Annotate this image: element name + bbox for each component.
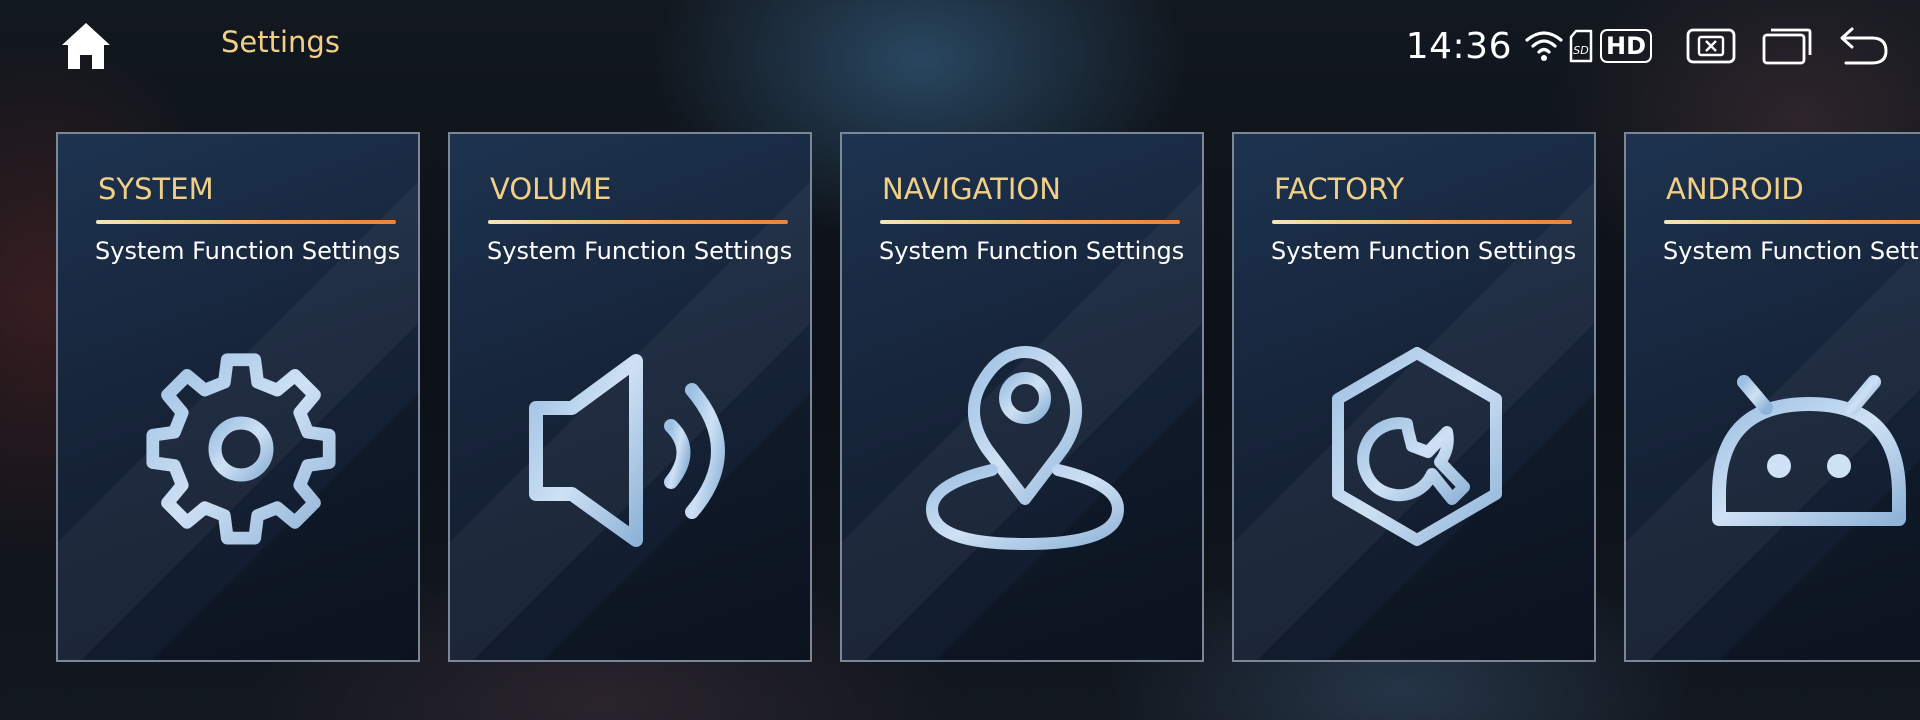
home-button[interactable] [56, 18, 116, 74]
back-button[interactable] [1838, 25, 1890, 67]
status-bar: 14:36 SD HD [1406, 18, 1890, 74]
card-system[interactable]: SYSTEM System Function Settings [56, 132, 420, 662]
wrench-hexagon-icon [1312, 344, 1522, 554]
card-navigation[interactable]: NAVIGATION System Function Settings [840, 132, 1204, 662]
gear-icon [136, 344, 346, 554]
card-subtitle: System Function Settings [487, 237, 793, 265]
page-title: Settings [221, 25, 340, 59]
card-subtitle: System Function Settings [95, 237, 401, 265]
android-icon [1704, 344, 1914, 554]
card-divider [96, 220, 396, 224]
card-title: ANDROID [1666, 172, 1804, 206]
wifi-icon [1524, 30, 1564, 62]
card-factory[interactable]: FACTORY System Function Settings [1232, 132, 1596, 662]
card-divider [1664, 220, 1920, 224]
home-icon [62, 23, 110, 69]
back-icon [1840, 27, 1888, 65]
card-title: SYSTEM [98, 172, 214, 206]
recent-apps-icon [1762, 28, 1812, 65]
card-subtitle: System Function Settings [1663, 237, 1920, 265]
speaker-icon [528, 344, 738, 554]
recent-apps-button[interactable] [1762, 27, 1812, 65]
card-subtitle: System Function Settings [1271, 237, 1577, 265]
card-divider [488, 220, 788, 224]
card-subtitle: System Function Settings [879, 237, 1185, 265]
map-pin-icon [920, 344, 1130, 554]
svg-text:SD: SD [1573, 44, 1588, 57]
card-title: NAVIGATION [882, 172, 1061, 206]
hd-badge: HD [1599, 29, 1652, 63]
clock: 14:36 [1405, 25, 1512, 67]
card-divider [880, 220, 1180, 224]
close-app-icon [1686, 28, 1736, 64]
card-title: FACTORY [1274, 172, 1405, 206]
close-app-button[interactable] [1686, 28, 1736, 64]
card-divider [1272, 220, 1572, 224]
card-android[interactable]: ANDROID System Function Settings [1624, 132, 1920, 662]
card-volume[interactable]: VOLUME System Function Settings [448, 132, 812, 662]
card-title: VOLUME [490, 172, 612, 206]
sd-card-icon: SD [1568, 29, 1594, 63]
